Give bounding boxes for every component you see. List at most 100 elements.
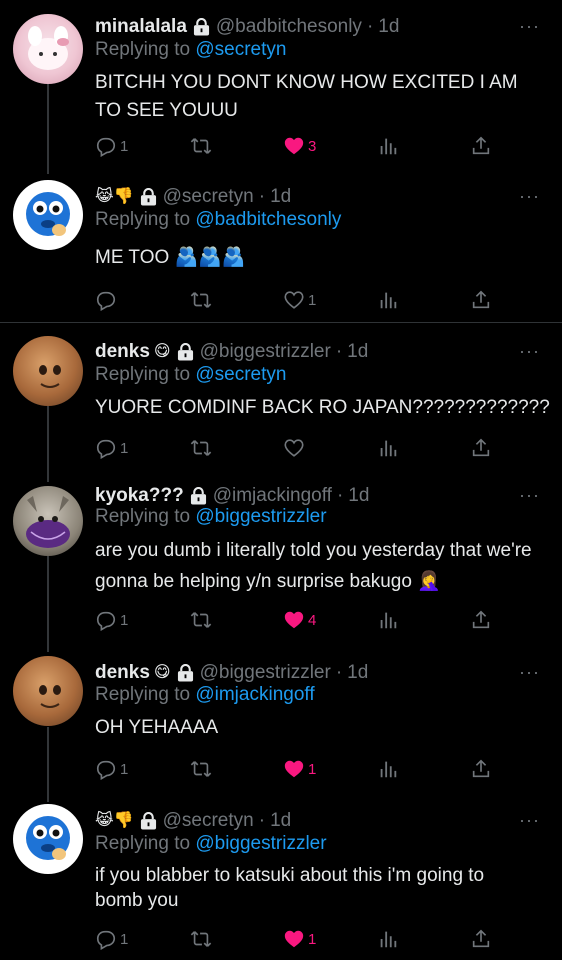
dot-separator: · <box>335 662 343 683</box>
heart-filled-icon <box>284 930 304 948</box>
action-bar: 1 <box>95 436 515 460</box>
handle[interactable]: @secretyn <box>163 186 254 208</box>
reply-count: 1 <box>120 439 129 457</box>
reply-button[interactable] <box>95 288 120 312</box>
handle[interactable]: @imjackingoff <box>213 485 332 507</box>
display-name[interactable]: minalalala <box>95 16 187 38</box>
replying-to-handle[interactable]: @secretyn <box>195 39 286 60</box>
analytics-button[interactable] <box>377 608 399 632</box>
share-button[interactable] <box>470 436 492 460</box>
like-button[interactable]: 3 <box>283 134 316 158</box>
lock-icon <box>190 486 207 505</box>
analytics-button[interactable] <box>377 927 399 951</box>
more-options-icon[interactable]: ··· <box>519 486 540 504</box>
retweet-button[interactable] <box>190 757 212 781</box>
avatar[interactable] <box>13 336 83 406</box>
lock-icon <box>193 17 210 36</box>
retweet-icon <box>190 931 212 947</box>
like-button[interactable]: 1 <box>283 927 316 951</box>
display-name[interactable]: denks <box>95 662 150 684</box>
more-options-icon[interactable]: ··· <box>519 17 540 35</box>
heart-filled-icon <box>284 611 304 629</box>
reply-icon <box>96 137 116 157</box>
timestamp[interactable]: 1d <box>270 186 291 208</box>
avatar[interactable] <box>13 486 83 556</box>
more-options-icon[interactable]: ··· <box>519 811 540 829</box>
share-button[interactable] <box>470 288 492 312</box>
like-button[interactable]: 4 <box>283 608 316 632</box>
handle[interactable]: @biggestrizzler <box>200 662 331 684</box>
avatar[interactable] <box>13 656 83 726</box>
avatar[interactable] <box>13 14 83 84</box>
replying-to-label: Replying to <box>95 506 191 527</box>
tweet-header: 😹👎 @secretyn · 1d <box>95 184 291 210</box>
replying-to-label: Replying to <box>95 364 191 385</box>
display-name[interactable]: kyoka??? <box>95 485 184 507</box>
replying-to: Replying to @imjackingoff <box>95 684 315 706</box>
retweet-button[interactable] <box>190 288 212 312</box>
analytics-button[interactable] <box>377 288 399 312</box>
reply-count: 1 <box>120 930 129 948</box>
replying-to-handle[interactable]: @badbitchesonly <box>195 209 341 230</box>
tweet-text: BITCHH YOU DONT KNOW HOW EXCITED I AM TO… <box>95 72 518 121</box>
share-button[interactable] <box>470 927 492 951</box>
avatar-image <box>28 26 69 70</box>
timestamp[interactable]: 1d <box>378 16 399 38</box>
timestamp[interactable]: 1d <box>348 485 369 507</box>
replying-to: Replying to @secretyn <box>95 364 286 386</box>
analytics-button[interactable] <box>377 757 399 781</box>
retweet-icon <box>190 612 212 628</box>
share-button[interactable] <box>470 757 492 781</box>
more-options-icon[interactable]: ··· <box>519 663 540 681</box>
like-button[interactable]: 1 <box>283 757 316 781</box>
action-bar: 1 4 <box>95 608 515 632</box>
more-options-icon[interactable]: ··· <box>519 342 540 360</box>
timestamp[interactable]: 1d <box>347 662 368 684</box>
retweet-button[interactable] <box>190 134 212 158</box>
analytics-button[interactable] <box>377 436 399 460</box>
reply-button[interactable]: 1 <box>95 436 128 460</box>
heart-outline-icon <box>284 291 304 309</box>
display-name[interactable]: denks <box>95 341 150 363</box>
like-button[interactable]: 1 <box>283 288 316 312</box>
tweet-text: are you dumb i literally told you yester… <box>95 540 532 592</box>
retweet-button[interactable] <box>190 608 212 632</box>
retweet-icon <box>190 761 212 777</box>
share-button[interactable] <box>470 608 492 632</box>
thread-line <box>47 406 49 482</box>
heart-outline-icon <box>284 439 304 457</box>
retweet-button[interactable] <box>190 927 212 951</box>
reply-icon <box>96 930 116 950</box>
analytics-button[interactable] <box>377 134 399 158</box>
replying-to: Replying to @biggestrizzler <box>95 506 327 528</box>
dot-separator: · <box>258 810 266 831</box>
reply-count: 1 <box>120 611 129 629</box>
avatar[interactable] <box>13 180 83 250</box>
timestamp[interactable]: 1d <box>270 810 291 832</box>
analytics-icon <box>380 138 397 155</box>
reply-button[interactable]: 1 <box>95 927 128 951</box>
handle[interactable]: @secretyn <box>163 810 254 832</box>
tweet-header: minalalala @badbitchesonly · 1d <box>95 14 399 40</box>
reply-button[interactable]: 1 <box>95 608 128 632</box>
handle[interactable]: @biggestrizzler <box>200 341 331 363</box>
share-icon <box>472 759 490 778</box>
thread-divider <box>0 322 562 323</box>
replying-to-handle[interactable]: @secretyn <box>195 364 286 385</box>
replying-to-handle[interactable]: @biggestrizzler <box>195 506 326 527</box>
avatar[interactable] <box>13 804 83 874</box>
replying-to-handle[interactable]: @biggestrizzler <box>195 833 326 854</box>
timestamp[interactable]: 1d <box>347 341 368 363</box>
share-button[interactable] <box>470 134 492 158</box>
replying-to: Replying to @badbitchesonly <box>95 209 341 231</box>
action-bar: 1 1 <box>95 927 515 951</box>
reply-button[interactable]: 1 <box>95 757 128 781</box>
share-icon <box>472 136 490 155</box>
handle[interactable]: @badbitchesonly <box>216 16 362 38</box>
like-count: 3 <box>308 137 317 155</box>
retweet-button[interactable] <box>190 436 212 460</box>
reply-button[interactable]: 1 <box>95 134 128 158</box>
more-options-icon[interactable]: ··· <box>519 187 540 205</box>
replying-to-handle[interactable]: @imjackingoff <box>195 684 314 705</box>
like-button[interactable] <box>283 436 308 460</box>
